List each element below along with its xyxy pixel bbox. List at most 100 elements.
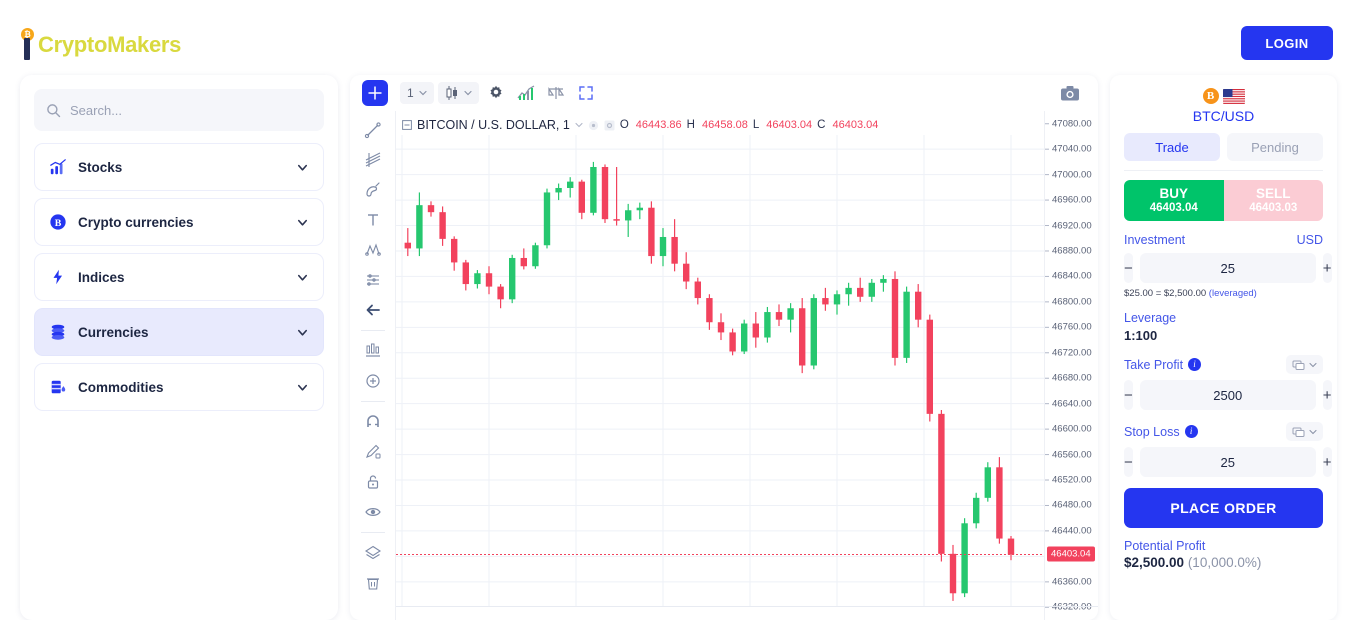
info-icon[interactable]: i [1188, 358, 1202, 371]
sidebar-item-label: Crypto currencies [78, 214, 194, 230]
buy-button[interactable]: BUY 46403.04 [1124, 180, 1224, 221]
text-icon[interactable] [359, 207, 387, 233]
fullscreen-button[interactable] [573, 81, 599, 105]
take-profit-input[interactable] [1139, 380, 1316, 410]
price-tick-label: 46560.00 [1052, 449, 1092, 461]
sidebar-item-stocks[interactable]: Stocks [34, 143, 324, 191]
magnet-icon[interactable] [359, 409, 387, 435]
info-icon[interactable]: i [1184, 425, 1198, 438]
investment-stepper: − + [1124, 253, 1332, 283]
leverage-label-row: Leverage [1124, 311, 1323, 325]
draw-mode-icon[interactable] [359, 439, 387, 465]
bar-chart-icon [50, 159, 66, 175]
forecast-icon[interactable] [359, 267, 387, 293]
price-tick-label: 46840.00 [1052, 270, 1092, 282]
sidebar: Stocks B Crypto currencies [20, 75, 338, 620]
pair-header: B BTC/USD [1124, 87, 1323, 124]
trash-icon[interactable] [359, 570, 387, 596]
brand-mark-icon: ₿ [20, 28, 36, 62]
chevron-down-icon[interactable] [575, 121, 583, 129]
time-axis[interactable] [396, 606, 1098, 620]
rail-divider [360, 330, 385, 331]
fib-retracement-icon[interactable] [359, 147, 387, 173]
eye-icon[interactable] [359, 499, 387, 525]
sidebar-item-crypto-currencies[interactable]: B Crypto currencies [34, 198, 324, 246]
sidebar-item-currencies[interactable]: Currencies [34, 308, 324, 356]
lock-icon[interactable] [359, 469, 387, 495]
chart-type-selector[interactable] [437, 82, 479, 104]
zoom-in-icon[interactable] [359, 368, 387, 394]
ohlc-open-key: O [619, 119, 629, 131]
screenshot-button[interactable] [1058, 81, 1082, 105]
investment-input[interactable] [1139, 253, 1316, 283]
eye-icon[interactable] [588, 120, 599, 131]
chart-settings-button[interactable] [483, 81, 509, 105]
money-icon [1292, 427, 1305, 437]
chevron-down-icon [297, 384, 308, 391]
chevron-down-icon [464, 90, 472, 96]
search-input[interactable] [70, 102, 312, 118]
leverage-value: 1:100 [1124, 328, 1158, 343]
interval-value: 1 [407, 86, 414, 100]
take-profit-increment-button[interactable]: + [1322, 380, 1332, 410]
take-profit-mode-select[interactable] [1286, 355, 1323, 374]
arrow-left-icon[interactable] [359, 297, 387, 323]
chevron-down-icon [1309, 429, 1317, 434]
stop-loss-label-wrap: Stop Loss i [1124, 425, 1198, 439]
sell-price: 46403.03 [1249, 201, 1298, 214]
indicators-button[interactable] [513, 81, 539, 105]
sell-button[interactable]: SELL 46403.03 [1223, 180, 1323, 221]
stop-loss-input[interactable] [1139, 447, 1316, 477]
price-tick-label: 46960.00 [1052, 194, 1092, 206]
chart-symbol-label[interactable]: BITCOIN / U.S. DOLLAR, 1 [417, 118, 570, 132]
trade-panel: B BTC/USD Trade Pending BUY 46403.04 SEL… [1110, 75, 1337, 620]
place-order-button[interactable]: PLACE ORDER [1124, 488, 1323, 528]
stop-loss-mode-select[interactable] [1286, 422, 1323, 441]
login-button[interactable]: LOGIN [1241, 26, 1333, 60]
top-header: ₿ CryptoMakers LOGIN [0, 0, 1347, 72]
investment-unit: USD [1296, 233, 1323, 247]
investment-hint: $25.00 = $2,500.00 (leveraged) [1124, 288, 1323, 299]
investment-decrement-button[interactable]: − [1124, 253, 1133, 283]
brand-stem-shape [24, 38, 30, 60]
pattern-icon[interactable] [359, 237, 387, 263]
drawing-tool-rail [350, 111, 396, 620]
crosshair-tool-button[interactable] [362, 80, 388, 106]
search-icon [47, 103, 61, 117]
potential-profit-amount: $2,500.00 [1124, 555, 1185, 570]
oil-barrel-icon [51, 380, 66, 394]
measure-icon[interactable] [359, 338, 387, 364]
price-tick-label: 46680.00 [1052, 372, 1092, 384]
investment-hint-leveraged: (leveraged) [1208, 288, 1257, 299]
interval-selector[interactable]: 1 [400, 82, 434, 104]
stop-loss-increment-button[interactable]: + [1322, 447, 1332, 477]
rail-divider [360, 532, 385, 533]
brand-name: CryptoMakers [38, 32, 182, 57]
coins-stack-icon [51, 324, 65, 340]
chart-panel: 1 BITCOIN / U.S. DOLLAR, 1 O 46443.86 H … [350, 75, 1098, 620]
sidebar-item-indices[interactable]: Indices [34, 253, 324, 301]
compare-button[interactable] [543, 81, 569, 105]
take-profit-decrement-button[interactable]: − [1124, 380, 1133, 410]
brand-logo[interactable]: ₿ CryptoMakers [20, 28, 181, 62]
chevron-down-icon [297, 164, 308, 171]
tab-pending[interactable]: Pending [1227, 133, 1323, 161]
gear-icon[interactable] [604, 120, 615, 131]
leverage-label: Leverage [1124, 311, 1177, 325]
trend-line-icon[interactable] [359, 117, 387, 143]
layers-icon[interactable] [359, 540, 387, 566]
investment-increment-button[interactable]: + [1322, 253, 1332, 283]
sidebar-item-commodities[interactable]: Commodities [34, 363, 324, 411]
price-axis[interactable]: 47080.00 47040.00 47000.00 46960.00 46920.00… [1044, 111, 1098, 620]
stop-loss-decrement-button[interactable]: − [1124, 447, 1133, 477]
bitcoin-icon: B [1202, 88, 1219, 104]
minus-box-icon[interactable] [402, 120, 412, 130]
brush-icon[interactable] [359, 177, 387, 203]
bitcoin-icon: B [50, 214, 66, 230]
candlestick-plot[interactable] [396, 135, 1044, 607]
ohlc-open-value: 46443.86 [635, 119, 682, 131]
search-box[interactable] [34, 89, 324, 131]
tab-trade[interactable]: Trade [1124, 133, 1220, 161]
price-tick-label: 46800.00 [1052, 296, 1092, 308]
price-tick-label: 46440.00 [1052, 525, 1092, 537]
